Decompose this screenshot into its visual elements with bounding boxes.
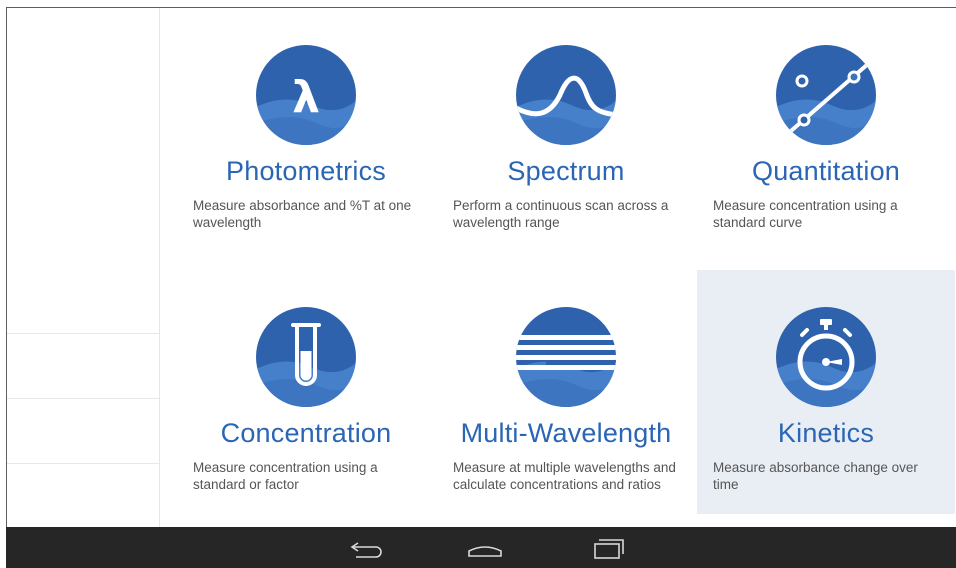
tile-description: Perform a continuous scan across a wavel… — [453, 198, 669, 230]
tile-photometrics[interactable]: λ Photometrics Measure absorbance and %T… — [177, 8, 435, 252]
sidebar-item[interactable] — [7, 398, 159, 463]
stopwatch-icon — [776, 307, 876, 407]
tile-description: Measure absorbance and %T at one wavelen… — [193, 198, 412, 230]
sidebar-item[interactable] — [7, 463, 159, 528]
tile-kinetics[interactable]: Kinetics Measure absorbance change over … — [697, 270, 955, 514]
tile-quantitation[interactable]: Quantitation Measure concentration using… — [697, 8, 955, 252]
tile-description: Measure concentration using a standard c… — [713, 198, 898, 230]
tile-description: Measure concentration using a standard o… — [193, 460, 378, 492]
system-navigation-bar — [6, 527, 956, 568]
sidebar — [7, 8, 160, 528]
tile-title: Photometrics — [226, 156, 386, 186]
lambda-icon: λ — [256, 45, 356, 145]
tile-title: Spectrum — [507, 156, 625, 186]
tile-title: Multi-Wavelength — [460, 418, 672, 448]
tile-title: Kinetics — [777, 418, 875, 448]
tile-description: Measure absorbance change over time — [713, 460, 918, 492]
test-tube-icon — [256, 307, 356, 407]
tile-description: Measure at multiple wavelengths and calc… — [453, 460, 676, 492]
standard-curve-icon — [776, 45, 876, 145]
tile-title: Concentration — [220, 418, 392, 448]
app-window: λ Photometrics Measure absorbance and %T… — [6, 7, 956, 528]
sidebar-item[interactable] — [7, 333, 159, 398]
svg-text:λ: λ — [292, 72, 320, 123]
back-icon[interactable] — [348, 535, 388, 561]
tile-spectrum[interactable]: Spectrum Perform a continuous scan acros… — [437, 8, 695, 252]
spectrum-curve-icon — [516, 45, 616, 145]
home-icon[interactable] — [465, 535, 505, 561]
tile-concentration[interactable]: Concentration Measure concentration usin… — [177, 270, 435, 514]
tile-multi-wavelength[interactable]: Multi-Wavelength Measure at multiple wav… — [437, 270, 695, 514]
tile-title: Quantitation — [752, 156, 900, 186]
multi-wavelength-icon — [516, 307, 616, 407]
recent-apps-icon[interactable] — [588, 535, 628, 561]
